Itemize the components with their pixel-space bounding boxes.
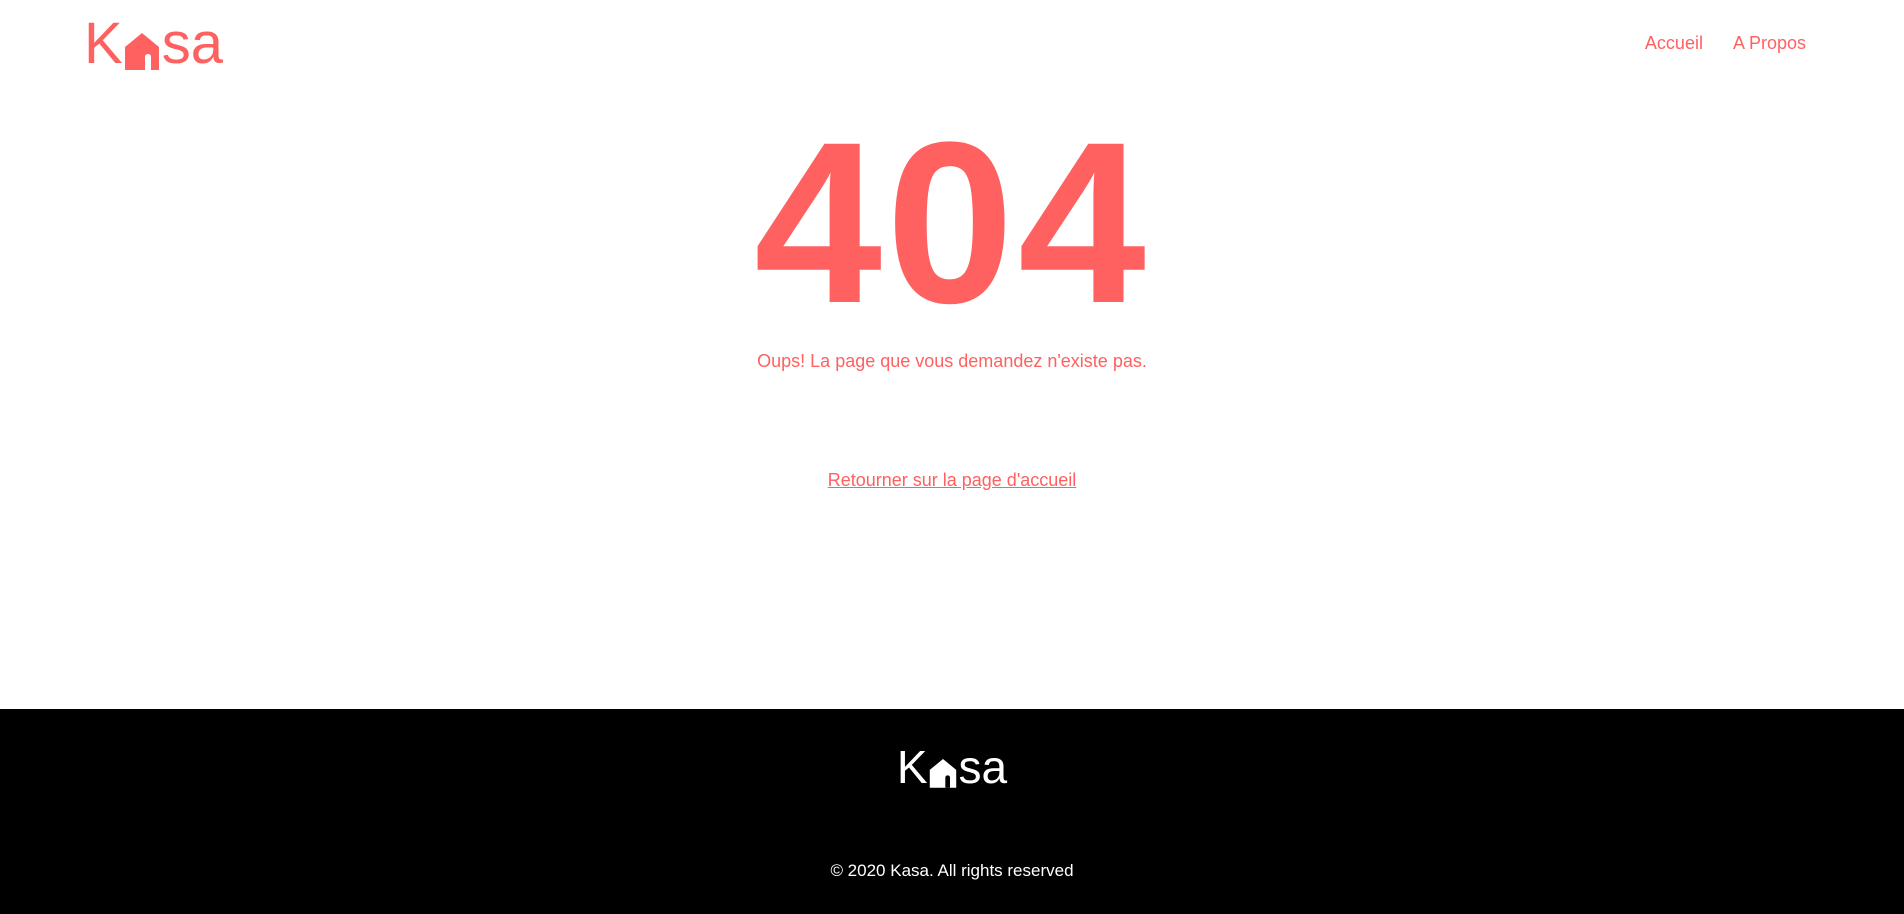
header: K sa Accueil A Propos <box>0 0 1904 90</box>
footer-logo-letter-k: K <box>896 741 928 793</box>
main-nav: Accueil A Propos <box>1645 31 1806 55</box>
error-message: Oups! La page que vous demandez n'existe… <box>757 351 1147 371</box>
logo-letters-sa: sa <box>161 11 223 76</box>
nav-link-about[interactable]: A Propos <box>1733 31 1806 55</box>
nav-link-home[interactable]: Accueil <box>1645 31 1703 55</box>
kasa-logo[interactable]: K sa <box>84 11 223 76</box>
footer-logo-letters-sa: sa <box>958 741 1008 793</box>
house-icon <box>124 31 160 71</box>
error-code: 404 <box>754 94 1150 351</box>
back-link-container: Retourner sur la page d'accueil <box>0 468 1904 494</box>
footer-logo: K sa <box>0 741 1904 793</box>
copyright-text: © 2020 Kasa. All rights reserved <box>830 861 1074 880</box>
back-home-link[interactable]: Retourner sur la page d'accueil <box>828 470 1077 490</box>
logo-letter-k: K <box>84 11 123 76</box>
footer: K sa © 2020 Kasa. All rights reserved <box>0 709 1904 914</box>
house-icon <box>929 757 957 789</box>
